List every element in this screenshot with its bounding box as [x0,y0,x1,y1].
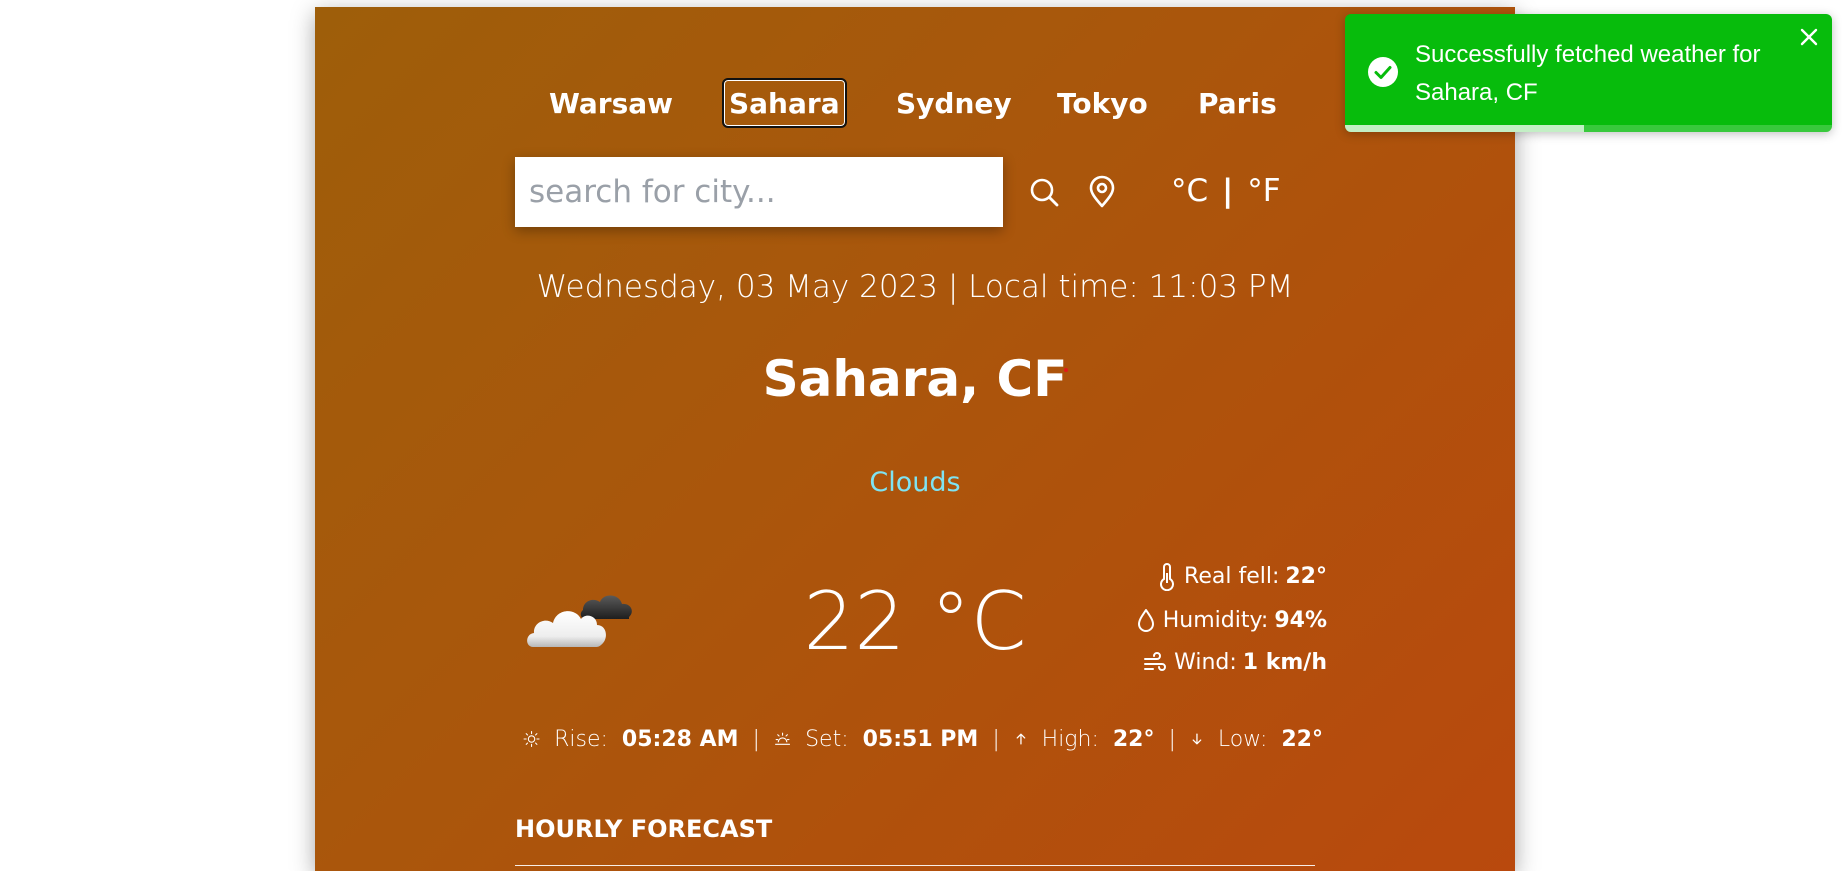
hourly-forecast-title: HOURLY FORECAST [515,815,773,843]
separator: | [1168,726,1176,752]
search-input[interactable] [515,157,1003,227]
weather-condition: Clouds [869,467,961,498]
date-time-label: Wednesday, 03 May 2023 | Local time: 11:… [536,269,1294,305]
search-row: °C | °F [515,157,1281,227]
close-icon[interactable] [1796,24,1822,50]
real-feel-label: Real fell: [1184,564,1280,589]
cloud-icon [523,579,641,657]
sunrise-icon [523,730,540,748]
unit-separator: | [1222,173,1234,209]
real-feel-row: Real fell: 22° [1156,557,1327,597]
location-title: Sahara, CF [762,350,1068,408]
thermometer-icon [1160,563,1175,591]
unit-toggle: °C | °F [1171,171,1281,211]
wind-value: 1 km/h [1242,650,1327,675]
fahrenheit-toggle[interactable]: °F [1247,173,1280,209]
location-pin-icon[interactable] [1085,175,1119,209]
city-button-sydney[interactable]: Sydney [892,79,1016,129]
wind-row: Wind: 1 km/h [1142,643,1327,683]
sun-temp-row: Rise: 05:28 AM | Set: 05:51 PM | High: 2… [523,719,1323,759]
humidity-value: 94% [1274,608,1327,633]
temperature-value: 22 °C [803,575,1027,668]
city-button-paris[interactable]: Paris [1194,79,1281,129]
set-value: 05:51 PM [862,726,979,752]
red-dot-marker [1064,368,1068,372]
city-nav: Warsaw Sahara Sydney Tokyo Paris [545,78,1285,129]
rise-value: 05:28 AM [621,726,739,752]
wind-label: Wind: [1174,650,1237,675]
toast-message: Successfully fetched weather for Sahara,… [1415,41,1761,106]
separator: | [752,726,760,752]
check-circle-icon [1367,56,1399,88]
wind-icon [1144,652,1167,671]
celsius-toggle[interactable]: °C [1171,173,1208,209]
humidity-row: Humidity: 94% [1135,601,1327,641]
low-value: 22° [1281,726,1323,752]
sunset-icon [775,732,790,745]
humidity-label: Humidity: [1162,608,1269,633]
droplet-icon [1137,609,1154,632]
high-value: 22° [1112,726,1155,752]
low-label: Low: [1217,726,1268,752]
city-button-warsaw[interactable]: Warsaw [545,79,677,129]
city-button-sahara[interactable]: Sahara [722,78,847,128]
high-label: High: [1041,726,1099,752]
toast-progress-bar [1345,125,1584,132]
hourly-divider [515,865,1315,866]
separator: | [992,726,1000,752]
city-button-tokyo[interactable]: Tokyo [1053,79,1152,129]
weather-app-card: Warsaw Sahara Sydney Tokyo Paris °C | °F… [315,7,1515,871]
rise-label: Rise: [554,726,608,752]
set-label: Set: [805,726,849,752]
real-feel-value: 22° [1285,564,1327,589]
search-icon[interactable] [1027,175,1061,209]
success-toast[interactable]: Successfully fetched weather for Sahara,… [1345,14,1832,132]
arrow-down-icon [1192,733,1202,745]
arrow-up-icon [1016,733,1026,745]
